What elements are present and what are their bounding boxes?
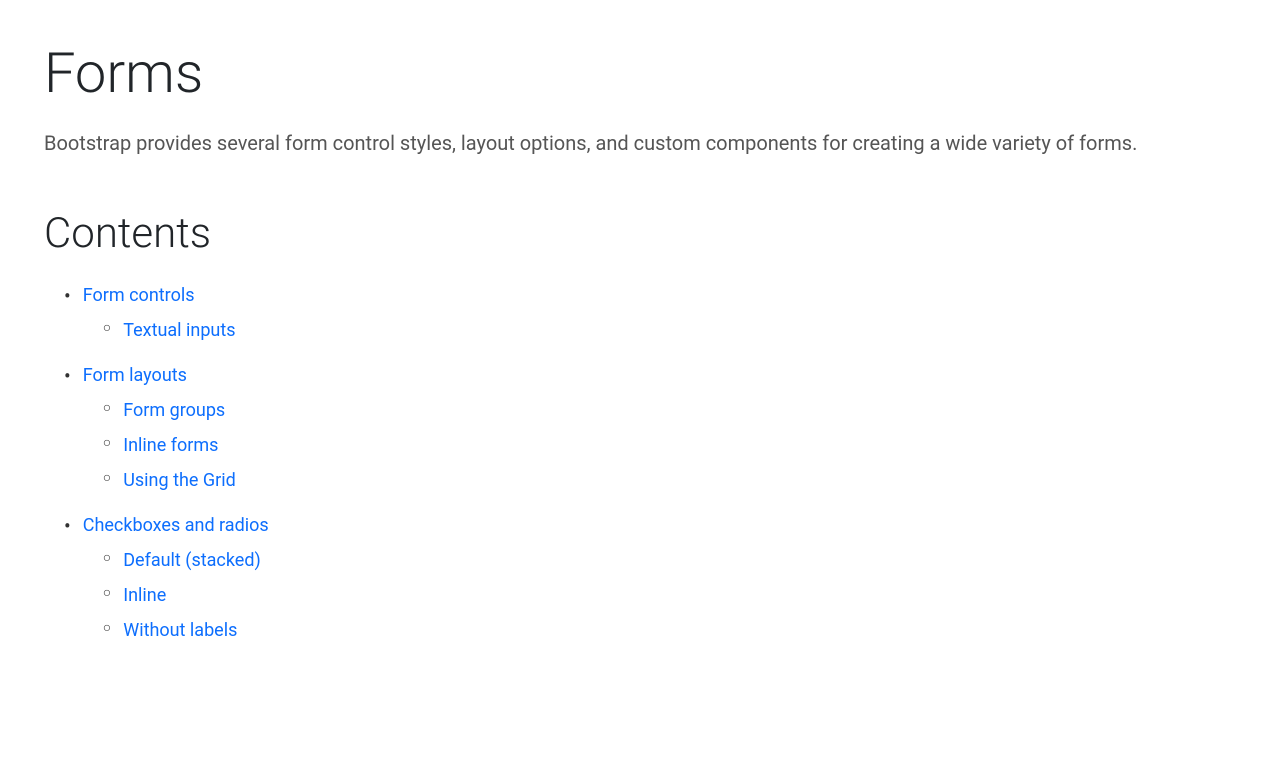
list-item-using-the-grid: ○ Using the Grid [103,467,236,494]
list-item-form-controls: • Form controls ○ Textual inputs [64,282,1220,352]
link-textual-inputs[interactable]: Textual inputs [123,317,235,344]
link-form-controls[interactable]: Form controls [83,285,195,306]
bullet-hollow-icon-3: ○ [103,432,111,454]
list-item-textual-inputs: ○ Textual inputs [103,317,236,344]
bullet-hollow-icon-4: ○ [103,467,111,489]
contents-title: Contents [44,209,1220,258]
link-form-groups[interactable]: Form groups [123,397,225,424]
list-item-inline: ○ Inline [103,582,269,609]
bullet-filled-icon-2: • [64,362,71,390]
sub-list-form-controls: ○ Textual inputs [83,317,236,344]
sub-list-checkboxes-and-radios: ○ Default (stacked) ○ Inline ○ Without l… [83,547,269,644]
link-inline[interactable]: Inline [123,582,166,609]
bullet-hollow-icon-2: ○ [103,397,111,419]
bullet-hollow-icon: ○ [103,317,111,339]
list-item-inline-forms: ○ Inline forms [103,432,236,459]
link-inline-forms[interactable]: Inline forms [123,432,218,459]
list-item-form-groups: ○ Form groups [103,397,236,424]
link-form-layouts[interactable]: Form layouts [83,365,187,386]
link-without-labels[interactable]: Without labels [123,617,237,644]
link-checkboxes-and-radios[interactable]: Checkboxes and radios [83,515,269,536]
bullet-hollow-icon-7: ○ [103,617,111,639]
bullet-hollow-icon-5: ○ [103,547,111,569]
page-title: Forms [44,40,1220,107]
list-item-checkboxes-and-radios: • Checkboxes and radios ○ Default (stack… [64,512,1220,652]
bullet-hollow-icon-6: ○ [103,582,111,604]
link-default-stacked[interactable]: Default (stacked) [123,547,261,574]
contents-list: • Form controls ○ Textual inputs • Form … [44,282,1220,652]
bullet-filled-icon: • [64,282,71,310]
list-item-form-layouts: • Form layouts ○ Form groups ○ Inline fo… [64,362,1220,502]
sub-list-form-layouts: ○ Form groups ○ Inline forms ○ Using the… [83,397,236,494]
bullet-filled-icon-3: • [64,512,71,540]
link-using-the-grid[interactable]: Using the Grid [123,467,236,494]
list-item-default-stacked: ○ Default (stacked) [103,547,269,574]
page-description: Bootstrap provides several form control … [44,127,1144,159]
list-item-without-labels: ○ Without labels [103,617,269,644]
